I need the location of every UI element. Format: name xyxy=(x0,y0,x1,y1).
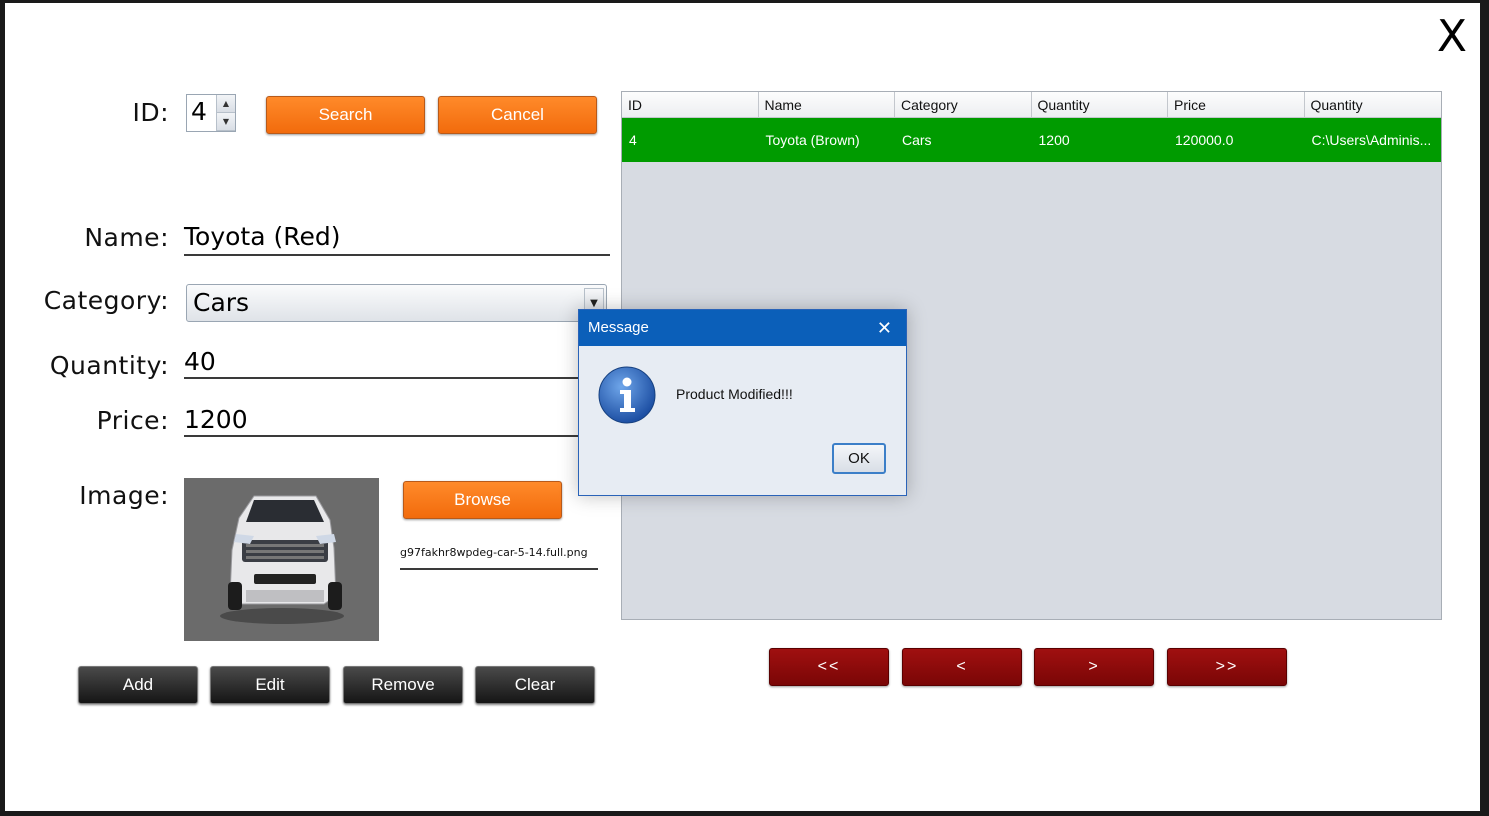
edit-button[interactable]: Edit xyxy=(210,666,330,704)
previous-record-button[interactable]: < xyxy=(902,648,1022,686)
cell-price[interactable]: 120000.0 xyxy=(1168,118,1305,162)
browse-button[interactable]: Browse xyxy=(403,481,562,519)
id-spinner[interactable]: 4 ▲ ▼ xyxy=(186,94,236,132)
table-header: ID Name Category Quantity Price Quantity xyxy=(622,92,1441,118)
column-header-category[interactable]: Category xyxy=(895,92,1032,118)
close-window-button[interactable]: X xyxy=(1432,9,1472,65)
cell-quantity[interactable]: 1200 xyxy=(1032,118,1169,162)
cancel-button[interactable]: Cancel xyxy=(438,96,597,134)
clear-button[interactable]: Clear xyxy=(475,666,595,704)
cell-category[interactable]: Cars xyxy=(895,118,1032,162)
column-header-id[interactable]: ID xyxy=(622,92,759,118)
price-field[interactable]: 1200 xyxy=(184,405,610,437)
id-label: ID: xyxy=(132,98,169,127)
remove-button[interactable]: Remove xyxy=(343,666,463,704)
message-dialog: Message ✕ Product Modified!!! OK xyxy=(578,309,907,496)
app-window: X ID: 4 ▲ ▼ Search Cancel Name: Toyota (… xyxy=(5,3,1480,811)
table-row[interactable]: 4 Toyota (Brown) Cars 1200 120000.0 C:\U… xyxy=(622,118,1441,162)
column-header-quantity[interactable]: Quantity xyxy=(1031,92,1168,118)
dialog-message: Product Modified!!! xyxy=(676,386,793,402)
cell-id[interactable]: 4 xyxy=(622,118,759,162)
suv-car-image xyxy=(184,478,379,641)
search-button[interactable]: Search xyxy=(266,96,425,134)
column-header-name[interactable]: Name xyxy=(758,92,895,118)
spinner-up-icon[interactable]: ▲ xyxy=(217,95,235,113)
column-header-image[interactable]: Quantity xyxy=(1304,92,1441,118)
cell-image-path[interactable]: C:\Users\Adminis... xyxy=(1305,118,1442,162)
category-select[interactable]: Cars ▼ xyxy=(186,284,607,322)
quantity-label: Quantity: xyxy=(49,351,169,380)
image-label: Image: xyxy=(79,481,169,510)
spinner-arrows: ▲ ▼ xyxy=(216,95,235,131)
ok-button[interactable]: OK xyxy=(832,443,886,474)
cell-name[interactable]: Toyota (Brown) xyxy=(759,118,896,162)
next-record-button[interactable]: > xyxy=(1034,648,1154,686)
name-label: Name: xyxy=(84,223,169,252)
product-image xyxy=(184,478,379,641)
category-select-value: Cars xyxy=(193,288,250,317)
dialog-title: Message xyxy=(588,319,649,336)
image-filename: g97fakhr8wpdeg-car-5-14.full.png xyxy=(400,546,598,570)
info-icon xyxy=(598,366,656,424)
last-record-button[interactable]: >> xyxy=(1167,648,1287,686)
category-label: Category: xyxy=(43,286,169,315)
close-icon[interactable]: ✕ xyxy=(877,310,892,346)
first-record-button[interactable]: << xyxy=(769,648,889,686)
column-header-price[interactable]: Price xyxy=(1168,92,1305,118)
quantity-field[interactable]: 40 xyxy=(184,347,610,379)
add-button[interactable]: Add xyxy=(78,666,198,704)
price-label: Price: xyxy=(96,406,169,435)
id-spinner-value[interactable]: 4 xyxy=(191,97,207,126)
name-field[interactable]: Toyota (Red) xyxy=(184,222,610,256)
spinner-down-icon[interactable]: ▼ xyxy=(217,113,235,131)
dialog-title-bar: Message ✕ xyxy=(579,310,906,346)
